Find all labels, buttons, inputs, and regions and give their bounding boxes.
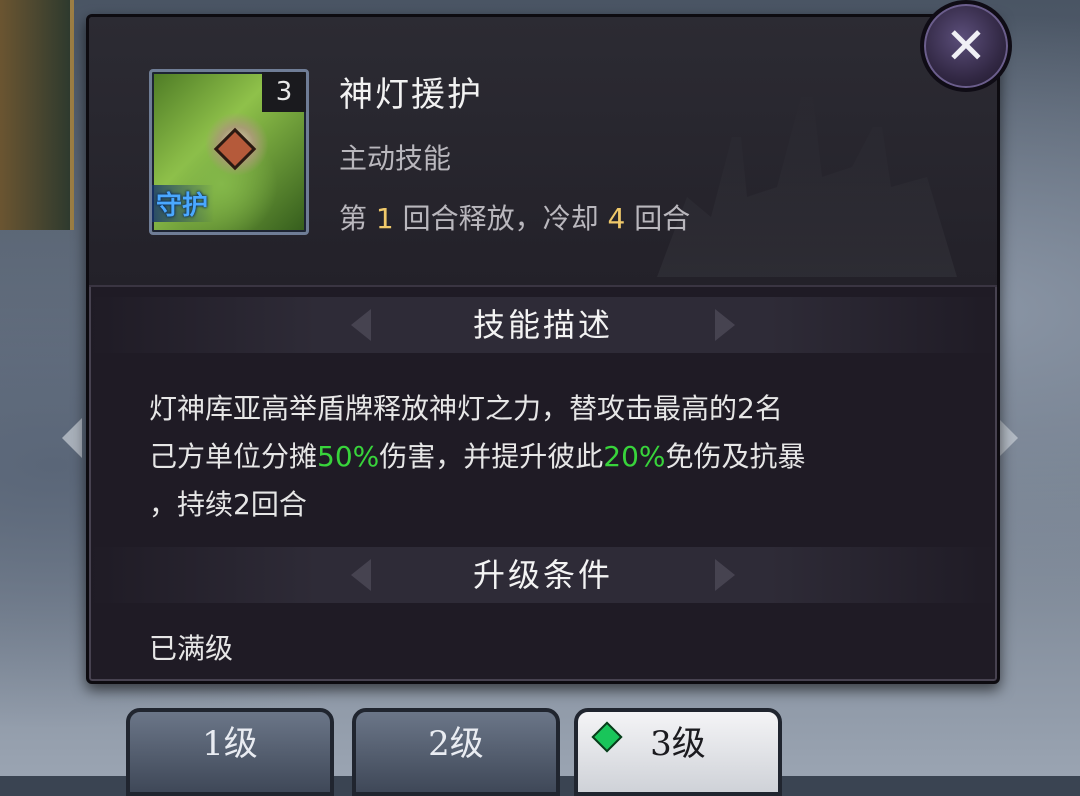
upgrade-section-header: 升级条件	[89, 547, 997, 603]
cooldown-rounds: 4	[607, 202, 626, 235]
panel-header: 3 守护 神灯援护 主动技能 第 1 回合释放，冷却 4 回合	[89, 17, 997, 287]
description-section-header: 技能描述	[89, 297, 997, 353]
cooldown-mid: 回合释放，冷却	[393, 202, 608, 235]
upgrade-title: 升级条件	[472, 556, 613, 594]
skill-icon-level: 3	[262, 72, 306, 112]
description-text: 伤害，并提升彼此	[379, 440, 604, 473]
ornament-right-icon	[715, 559, 735, 591]
close-button[interactable]: ✕	[920, 0, 1012, 92]
description-text: 己方单位分摊	[149, 440, 318, 473]
description-line-2: 己方单位分摊50%伤害，并提升彼此20%免伤及抗暴	[149, 433, 949, 481]
tab-level-3-label: 3级	[650, 724, 706, 764]
skill-name: 神灯援护	[339, 75, 483, 115]
castle-decoration	[657, 97, 957, 277]
tab-level-2[interactable]: 2级	[352, 708, 560, 796]
left-arrow-icon	[62, 418, 82, 458]
cooldown-prefix: 第	[339, 202, 376, 235]
damage-reduction-percent: 20%	[603, 440, 666, 473]
background-frame	[0, 0, 74, 230]
tab-level-3[interactable]: 3级	[574, 708, 782, 796]
damage-share-percent: 50%	[317, 440, 380, 473]
tab-level-2-label: 2级	[428, 724, 484, 764]
cooldown-suffix: 回合	[625, 202, 691, 235]
skill-icon: 3 守护	[149, 69, 309, 235]
release-round: 1	[375, 202, 394, 235]
ornament-right-icon	[715, 309, 735, 341]
close-icon: ✕	[945, 17, 987, 75]
description-line-3: ，持续2回合	[149, 488, 307, 521]
description-title: 技能描述	[472, 306, 613, 344]
gem-icon	[591, 721, 623, 753]
skill-icon-tag: 守护	[152, 185, 215, 222]
skill-type: 主动技能	[339, 142, 452, 175]
skill-cooldown: 第 1 回合释放，冷却 4 回合	[339, 197, 690, 237]
tab-level-1[interactable]: 1级	[126, 708, 334, 796]
skill-detail-panel: 3 守护 神灯援护 主动技能 第 1 回合释放，冷却 4 回合 技能描述 灯神库…	[86, 14, 1000, 684]
skill-description: 灯神库亚高举盾牌释放神灯之力，替攻击最高的2名 己方单位分摊50%伤害，并提升彼…	[149, 385, 949, 529]
upgrade-status: 已满级	[149, 632, 234, 665]
right-arrow-icon	[998, 418, 1018, 458]
shield-gem-icon	[213, 127, 257, 171]
description-text: 免伤及抗暴	[665, 440, 806, 473]
tab-level-1-label: 1级	[202, 724, 258, 764]
description-line-1: 灯神库亚高举盾牌释放神灯之力，替攻击最高的2名	[149, 392, 783, 425]
